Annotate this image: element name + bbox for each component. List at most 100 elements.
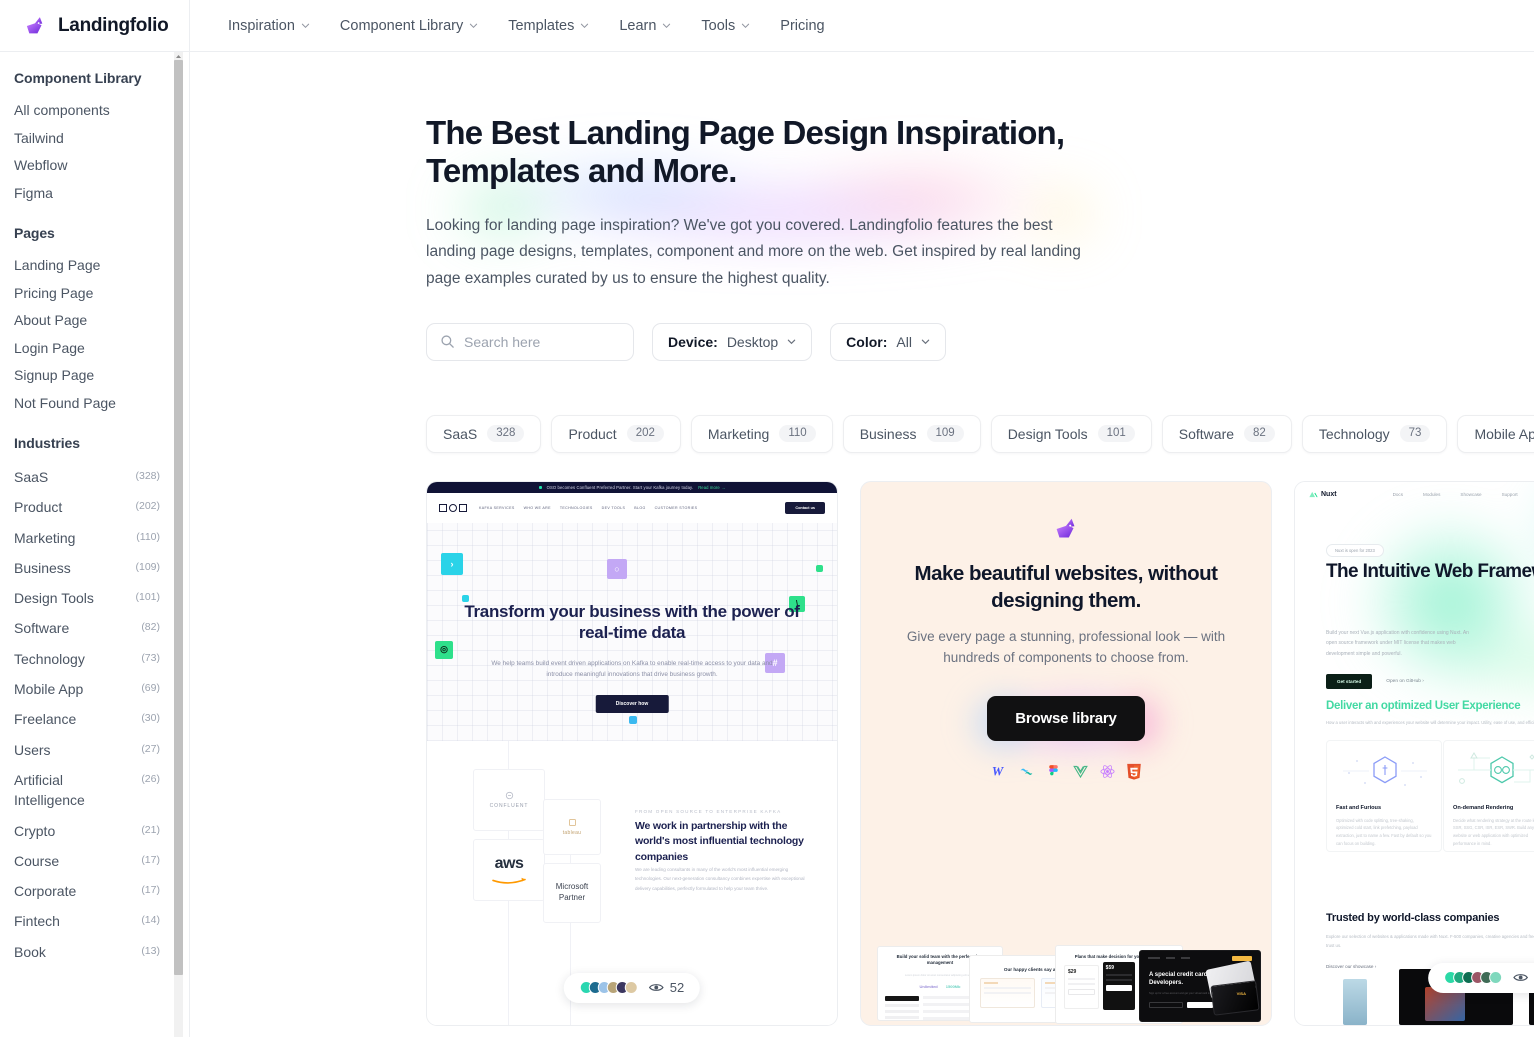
sidebar-item-corporate[interactable]: Corporate (17)	[14, 876, 160, 906]
category-chip-mobile-app[interactable]: Mobile App 69	[1457, 414, 1534, 453]
sidebar-item-software[interactable]: Software (82)	[14, 613, 160, 643]
color-filter-dropdown[interactable]: Color: All	[830, 322, 946, 361]
nav-item-label: Inspiration	[228, 17, 295, 34]
eye-icon	[1513, 974, 1529, 981]
sidebar-item-mobile-app[interactable]: Mobile App (69)	[14, 674, 160, 704]
chip-label: Product	[568, 425, 617, 442]
sidebar-item-webflow[interactable]: Webflow	[14, 152, 160, 180]
card1-nav-link: WHO WE ARE	[523, 505, 551, 510]
sidebar-item-about-page[interactable]: About Page	[14, 307, 160, 335]
sidebar-item-label: Software	[14, 620, 70, 637]
sidebar-scrollbar-thumb[interactable]	[174, 60, 183, 975]
nav-item-templates[interactable]: Templates	[494, 10, 603, 42]
feature-body: Optimized with code splitting, tree-shak…	[1336, 817, 1432, 847]
color-filter-value: All	[896, 333, 912, 350]
sidebar-item-count: (82)	[141, 621, 160, 634]
sidebar-item-count: (17)	[141, 853, 160, 866]
sidebar-item-label: Users	[14, 741, 51, 758]
react-icon	[1099, 764, 1115, 778]
search-input[interactable]	[464, 333, 614, 350]
sidebar-item-count: (101)	[135, 591, 160, 604]
card1-color-swatches	[579, 981, 638, 994]
sidebar-item-saas[interactable]: SaaS (328)	[14, 462, 160, 492]
nav-item-inspiration[interactable]: Inspiration	[214, 10, 324, 42]
card3-get-started-button: Get started	[1326, 673, 1373, 689]
sidebar-item-design-tools[interactable]: Design Tools (101)	[14, 583, 160, 613]
sidebar-item-course[interactable]: Course (17)	[14, 846, 160, 876]
scroll-up-arrow-icon[interactable]	[174, 52, 183, 60]
template-card-nuxt[interactable]: Nuxt Docs Modules Showcase Support Nuxt …	[1294, 480, 1534, 1026]
chevron-down-icon	[663, 23, 671, 29]
sidebar-item-users[interactable]: Users (27)	[14, 735, 160, 765]
sidebar-item-signup-page[interactable]: Signup Page	[14, 362, 160, 390]
sidebar-item-label: SaaS	[14, 469, 49, 485]
card1-nav-link: DEV TOOLS	[601, 505, 626, 510]
tableau-logo-icon	[568, 818, 576, 826]
category-chip-marketing[interactable]: Marketing 110	[690, 414, 833, 453]
sidebar-item-book[interactable]: Book (13)	[14, 937, 160, 967]
card3-badge: Nuxt is open for 2023	[1326, 543, 1384, 557]
card3-heading: The Intuitive Web Framework	[1326, 560, 1534, 582]
landingfolio-logo-icon	[26, 16, 43, 33]
page-title: The Best Landing Page Design Inspiration…	[426, 114, 1065, 190]
promo-card-browse-library[interactable]: Make beautiful websites, without designi…	[860, 480, 1272, 1026]
nav-item-tools[interactable]: Tools	[687, 10, 764, 42]
category-chip-software[interactable]: Software 82	[1161, 414, 1292, 453]
card3-nav-link: Modules	[1423, 492, 1441, 497]
logo-label: aws	[494, 855, 524, 872]
template-card-oso[interactable]: OSO becomes Confluent Preferred Partner.…	[426, 480, 838, 1026]
card1-logo-confluent: CONFLUENT	[473, 768, 545, 831]
category-chip-saas[interactable]: SaaS 328	[426, 414, 542, 453]
sidebar-item-crypto[interactable]: Crypto (21)	[14, 816, 160, 846]
svg-text:W: W	[991, 764, 1004, 778]
sidebar-item-label: Technology	[14, 650, 85, 667]
card1-meta-pill[interactable]: 52	[563, 972, 701, 1003]
brand-logo-link[interactable]: Landingfolio	[0, 0, 190, 52]
search-box[interactable]	[426, 322, 634, 361]
card2-tech-icons: W	[895, 763, 1237, 780]
sidebar-item-freelance[interactable]: Freelance (30)	[14, 704, 160, 734]
category-chip-product[interactable]: Product 202	[551, 414, 681, 453]
logo-label: CONFLUENT	[489, 802, 529, 809]
sidebar-item-tailwind[interactable]: Tailwind	[14, 125, 160, 153]
nav-item-component-library[interactable]: Component Library	[326, 10, 492, 42]
sidebar-item-business[interactable]: Business (109)	[14, 553, 160, 583]
hero-section: The Best Landing Page Design Inspiration…	[190, 52, 1534, 361]
device-filter-dropdown[interactable]: Device: Desktop	[652, 322, 813, 361]
sidebar-item-marketing[interactable]: Marketing (110)	[14, 523, 160, 553]
card1-body-text: We are leading consultants in many of th…	[635, 866, 805, 891]
brand-name: Landingfolio	[58, 14, 169, 36]
sidebar-item-login-page[interactable]: Login Page	[14, 335, 160, 363]
category-chip-technology[interactable]: Technology 73	[1301, 414, 1448, 453]
sidebar-item-artificial-intelligence[interactable]: Artificial Intelligence (26)	[14, 765, 160, 816]
sidebar-item-product[interactable]: Product (202)	[14, 492, 160, 522]
sidebar-item-pricing-page[interactable]: Pricing Page	[14, 280, 160, 308]
card3-feature-card-1: Fast and Furious Optimized with code spl…	[1326, 739, 1442, 852]
card1-subheading: We work in partnership with the world's …	[635, 819, 804, 864]
sidebar-item-landing-page[interactable]: Landing Page	[14, 252, 160, 280]
search-icon	[441, 335, 454, 348]
card1-nav-link: CUSTOMER STORIES	[654, 505, 698, 510]
sidebar-item-not-found-page[interactable]: Not Found Page	[14, 390, 160, 418]
sidebar-item-fintech[interactable]: Fintech (14)	[14, 906, 160, 936]
card3-section-heading-plain: Deliver an optimized	[1326, 699, 1435, 712]
category-chip-business[interactable]: Business 109	[842, 414, 981, 453]
feature-title: Fast and Furious	[1336, 804, 1382, 811]
card3-meta-pill[interactable]: 246	[1428, 962, 1534, 993]
landingfolio-logo-icon	[1056, 518, 1075, 537]
sidebar-heading-pages: Pages	[14, 225, 55, 241]
browse-library-button[interactable]: Browse library	[987, 695, 1145, 741]
chip-label: SaaS	[443, 425, 478, 442]
feature-illustration-fast	[1343, 755, 1427, 786]
nav-item-learn[interactable]: Learn	[605, 10, 685, 42]
nav-item-pricing[interactable]: Pricing	[766, 10, 838, 42]
sidebar-item-all-components[interactable]: All components	[14, 97, 160, 125]
figma-icon	[1048, 764, 1058, 776]
card3-paragraph: Build your next Vue.js application with …	[1326, 629, 1469, 657]
category-chips-row[interactable]: SaaS 328 Product 202 Marketing 110 Busin…	[426, 414, 1534, 453]
card3-nav-link: Support	[1501, 492, 1518, 497]
sidebar-item-figma[interactable]: Figma	[14, 180, 160, 208]
sidebar-item-technology[interactable]: Technology (73)	[14, 644, 160, 674]
card1-contact-button: Contact us	[785, 501, 825, 514]
category-chip-design-tools[interactable]: Design Tools 101	[990, 414, 1152, 453]
